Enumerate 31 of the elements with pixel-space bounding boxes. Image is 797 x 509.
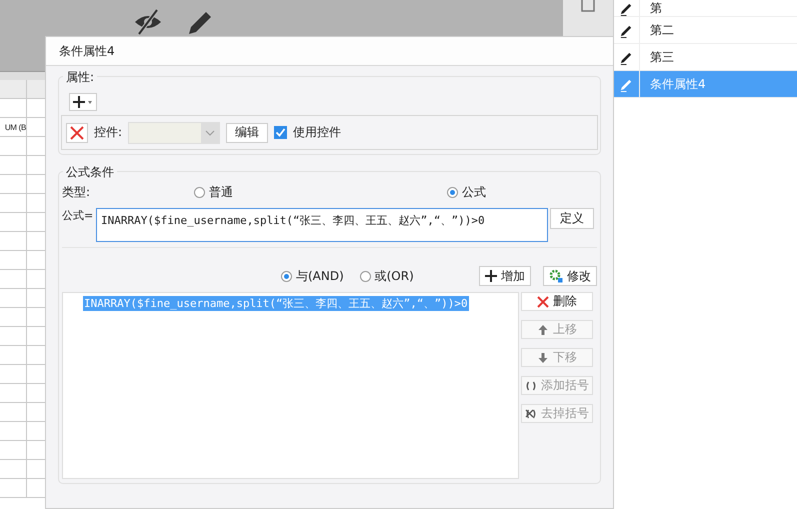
down-arrow-icon xyxy=(537,352,549,364)
group-label: 公式条件 xyxy=(63,164,117,181)
use-control-checkbox[interactable] xyxy=(274,126,288,139)
delete-button[interactable]: 删除 xyxy=(521,292,593,311)
modify-button[interactable]: 修改 xyxy=(543,266,597,286)
define-button[interactable]: 定义 xyxy=(550,208,594,229)
control-label: 控件: xyxy=(94,124,122,141)
type-radio[interactable]: 普通 xyxy=(194,184,447,200)
close-icon xyxy=(537,296,549,308)
edit-button[interactable]: 编辑 xyxy=(226,122,268,142)
condition-item[interactable]: 第二 xyxy=(614,17,797,44)
sheet-cell: UM (B xyxy=(0,118,27,136)
formula-field[interactable]: INARRAY($fine_username,split(“张三、李四、王五、赵六”,“、”))>0 xyxy=(96,208,548,242)
group-label: 属性: xyxy=(63,69,98,86)
formula-label: 公式= xyxy=(62,208,94,223)
brackets-icon xyxy=(525,380,537,392)
type-radio[interactable]: 公式 xyxy=(447,184,486,200)
add-button[interactable]: 增加 xyxy=(479,266,532,286)
checkbox-label: 使用控件 xyxy=(293,124,342,141)
join-radio[interactable]: 或(OR) xyxy=(360,268,480,284)
plus-icon xyxy=(485,270,498,282)
join-radio[interactable]: 与(AND) xyxy=(280,268,360,284)
remove-brackets-icon xyxy=(525,408,537,420)
gear-icon xyxy=(549,269,563,283)
dialog-title: 条件属性4 xyxy=(59,42,115,60)
caret-icon xyxy=(205,130,216,136)
up-arrow-icon xyxy=(537,324,549,336)
add-button[interactable] xyxy=(69,93,97,111)
remove-button[interactable] xyxy=(66,122,88,142)
condition-item[interactable]: 第 xyxy=(614,0,797,17)
type-label: 类型: xyxy=(62,184,92,200)
